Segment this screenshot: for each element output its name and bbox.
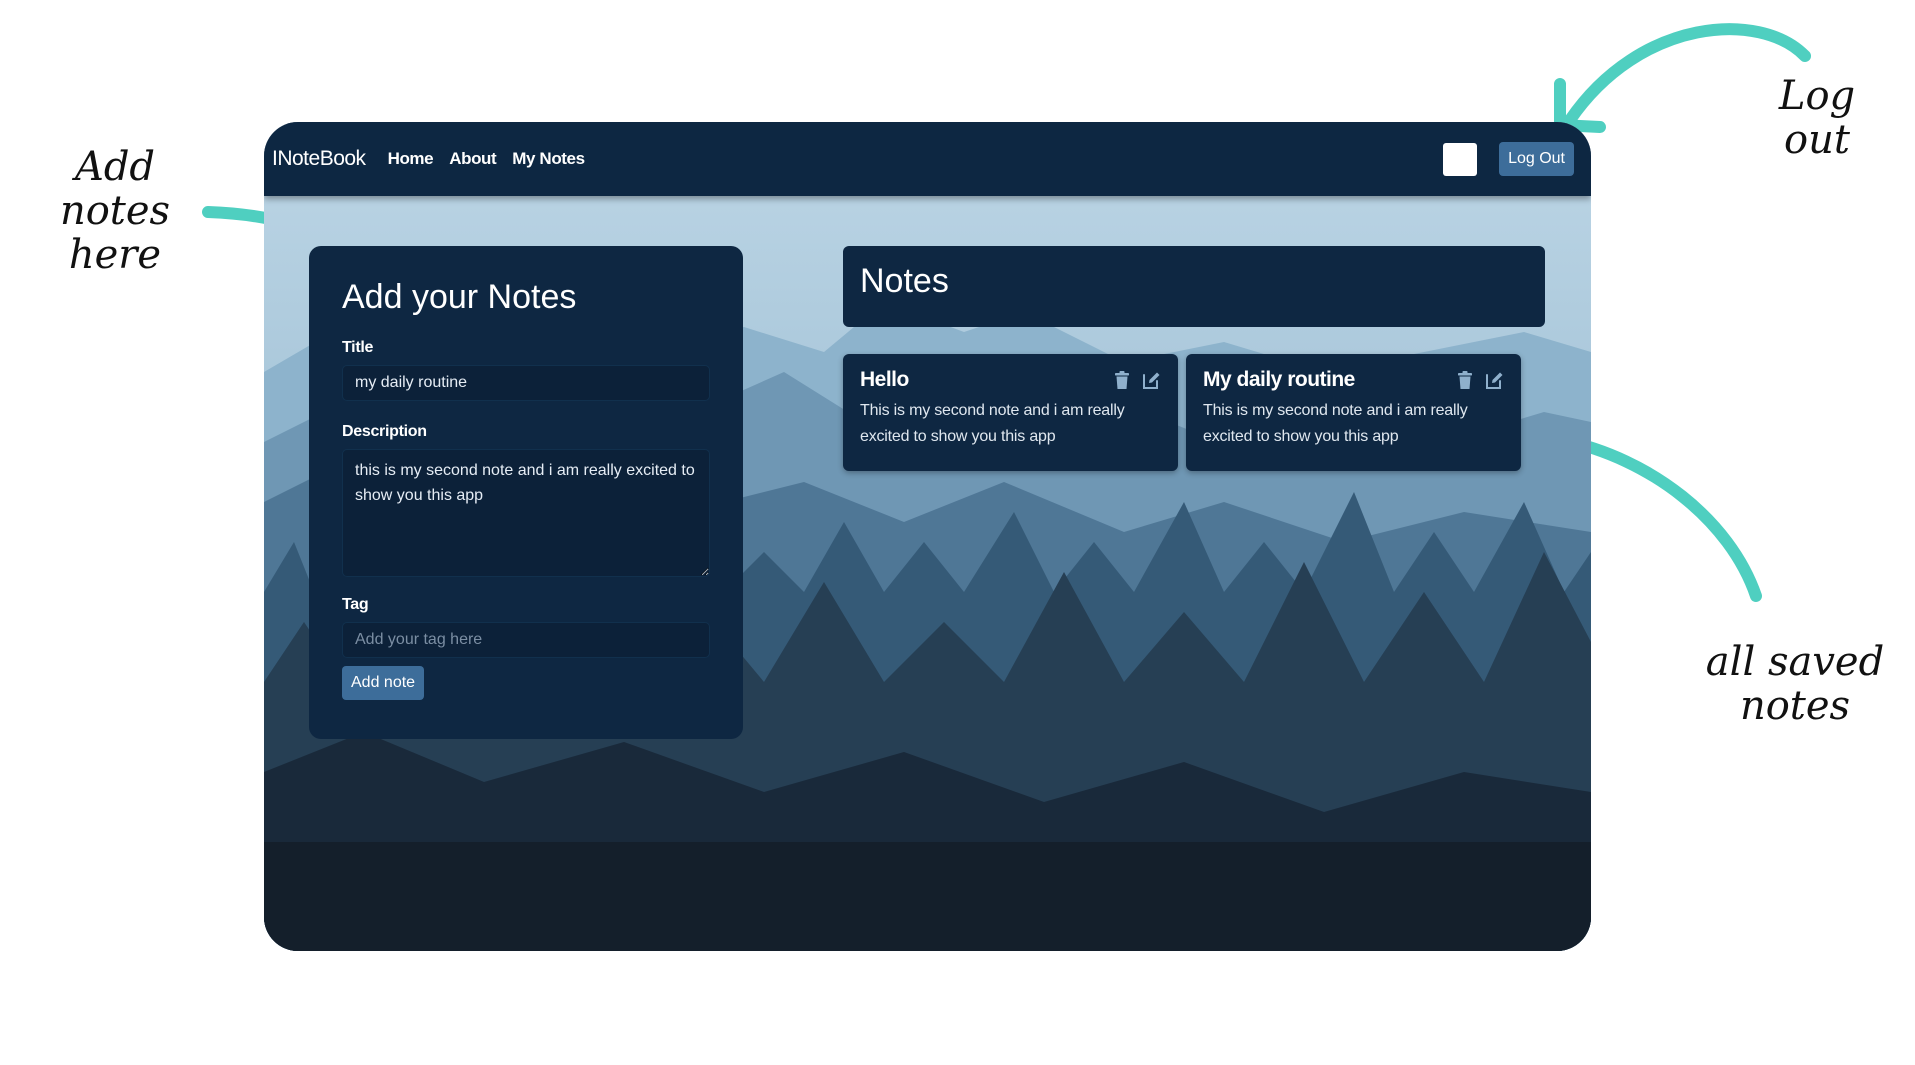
annotation-all-saved-notes: all saved notes — [1705, 639, 1885, 729]
edit-icon[interactable] — [1484, 370, 1504, 390]
nav-links: Home About My Notes — [388, 149, 586, 169]
note-actions — [1455, 370, 1504, 390]
notes-heading: Notes — [860, 262, 949, 300]
brand-logo[interactable]: INoteBook — [272, 147, 366, 171]
note-description: This is my second note and i am really e… — [860, 402, 1125, 445]
logout-button[interactable]: Log Out — [1499, 142, 1574, 176]
trash-icon[interactable] — [1112, 370, 1132, 390]
tag-input[interactable] — [342, 622, 710, 658]
theme-toggle[interactable] — [1443, 142, 1478, 176]
nav-link-home[interactable]: Home — [388, 149, 434, 169]
saved-notes-arrow — [1556, 434, 1762, 602]
add-note-panel: Add your Notes Title Description this is… — [309, 246, 743, 739]
note-actions — [1112, 370, 1161, 390]
nav-link-about[interactable]: About — [449, 149, 496, 169]
note-description: This is my second note and i am really e… — [1203, 402, 1468, 445]
annotation-log-out: Log out — [1778, 73, 1856, 163]
description-textarea[interactable]: this is my second note and i am really e… — [342, 449, 710, 577]
description-label: Description — [342, 423, 427, 440]
note-title: My daily routine — [1203, 368, 1355, 391]
app-window: INoteBook Home About My Notes Log Out Ad… — [264, 122, 1591, 951]
note-title: Hello — [860, 368, 909, 391]
note-card: Hello This is my second note and i am re… — [843, 354, 1178, 471]
title-label: Title — [342, 339, 374, 356]
navbar: INoteBook Home About My Notes Log Out — [264, 122, 1591, 196]
navbar-right: Log Out — [1443, 142, 1574, 176]
annotation-add-notes: Add notes here — [59, 144, 171, 278]
add-note-heading: Add your Notes — [342, 278, 577, 316]
note-card-header: Hello — [860, 368, 1161, 392]
nav-link-my-notes[interactable]: My Notes — [512, 149, 585, 169]
note-card: My daily routine This is my second note … — [1186, 354, 1521, 471]
notes-header-panel: Notes — [843, 246, 1545, 327]
add-note-button[interactable]: Add note — [342, 666, 425, 700]
tag-label: Tag — [342, 596, 369, 613]
note-card-header: My daily routine — [1203, 368, 1504, 392]
edit-icon[interactable] — [1141, 370, 1161, 390]
trash-icon[interactable] — [1455, 370, 1475, 390]
title-input[interactable] — [342, 365, 710, 401]
